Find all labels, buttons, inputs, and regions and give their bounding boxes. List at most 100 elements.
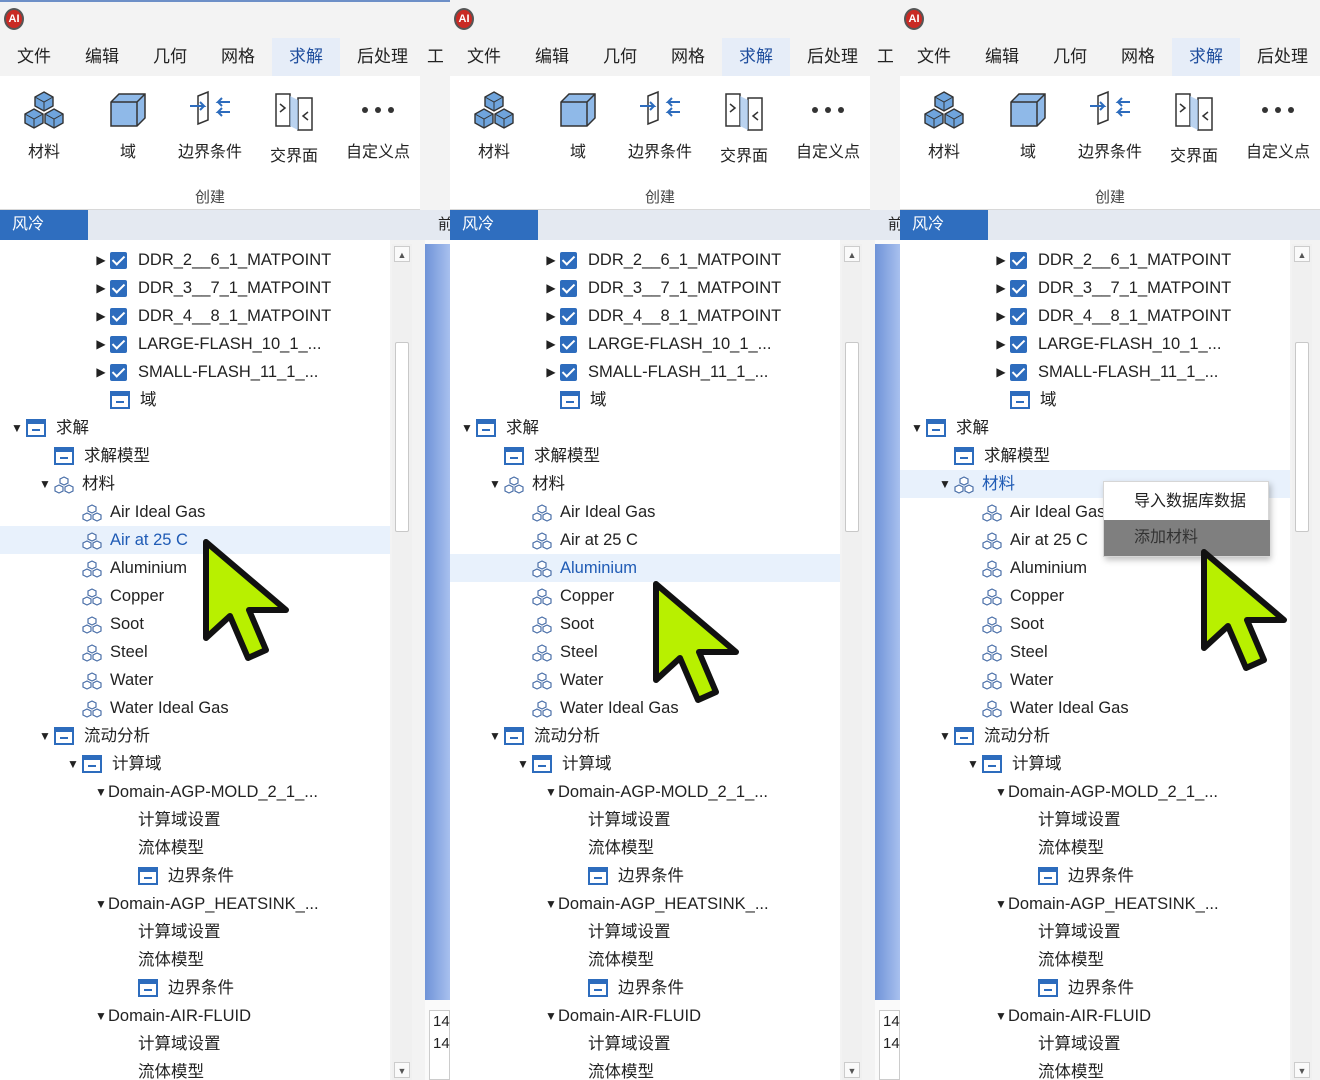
- scroll-down-icon[interactable]: ▼: [844, 1062, 860, 1078]
- tree-row[interactable]: Water Ideal Gas: [450, 694, 840, 722]
- expand-arrow-icon[interactable]: ▶: [544, 274, 558, 302]
- ribbon-button-3[interactable]: 交界面: [252, 82, 336, 182]
- tree-row[interactable]: ▼ 材料: [0, 470, 390, 498]
- ribbon-button-3[interactable]: 交界面: [702, 82, 786, 182]
- menu-5[interactable]: 后处理: [340, 38, 425, 76]
- tree-row[interactable]: 计算域设置: [900, 806, 1290, 834]
- checkbox-icon[interactable]: [560, 364, 577, 381]
- tree-row[interactable]: ▼ Domain-AGP-MOLD_2_1_...: [450, 778, 840, 806]
- tree-row[interactable]: 域: [0, 386, 390, 414]
- tree-tab[interactable]: 风冷: [450, 210, 538, 240]
- tree-row[interactable]: ▼ 流动分析: [900, 722, 1290, 750]
- expand-arrow-icon[interactable]: ▶: [994, 302, 1008, 330]
- tree-row[interactable]: Soot: [450, 610, 840, 638]
- scroll-thumb[interactable]: [395, 342, 409, 532]
- scroll-up-icon[interactable]: ▲: [394, 246, 410, 262]
- tree-row[interactable]: 流体模型: [450, 834, 840, 862]
- expand-arrow-icon[interactable]: ▶: [994, 246, 1008, 274]
- tree-row[interactable]: Steel: [450, 638, 840, 666]
- expand-arrow-icon[interactable]: ▶: [994, 358, 1008, 386]
- checkbox-icon[interactable]: [1010, 308, 1027, 325]
- tree-row[interactable]: Air at 25 C: [450, 526, 840, 554]
- tree-row[interactable]: 流体模型: [900, 946, 1290, 974]
- expand-arrow-icon[interactable]: ▼: [460, 414, 474, 442]
- tree-row[interactable]: 流体模型: [450, 1058, 840, 1080]
- ribbon-button-0[interactable]: 材料: [452, 82, 536, 182]
- expand-arrow-icon[interactable]: ▼: [94, 778, 108, 806]
- menu-0[interactable]: 文件: [0, 38, 68, 76]
- side-tab[interactable]: 前: [878, 210, 900, 240]
- tree-row[interactable]: ▼ 求解: [900, 414, 1290, 442]
- tree-row[interactable]: ▼ Domain-AGP_HEATSINK_...: [900, 890, 1290, 918]
- scroll-down-icon[interactable]: ▼: [1294, 1062, 1310, 1078]
- expand-arrow-icon[interactable]: ▼: [38, 722, 52, 750]
- tree-row[interactable]: 计算域设置: [450, 918, 840, 946]
- tree-row[interactable]: ▼ 流动分析: [450, 722, 840, 750]
- expand-arrow-icon[interactable]: ▼: [994, 778, 1008, 806]
- checkbox-icon[interactable]: [110, 336, 127, 353]
- tree-row[interactable]: ▼ 计算域: [0, 750, 390, 778]
- menu-2[interactable]: 几何: [586, 38, 654, 76]
- tree-row[interactable]: ▶ DDR_4__8_1_MATPOINT: [0, 302, 390, 330]
- expand-arrow-icon[interactable]: ▶: [94, 246, 108, 274]
- menu-3[interactable]: 网格: [204, 38, 272, 76]
- tree-row[interactable]: ▶ DDR_3__7_1_MATPOINT: [0, 274, 390, 302]
- checkbox-icon[interactable]: [560, 308, 577, 325]
- tree-row[interactable]: Water Ideal Gas: [0, 694, 390, 722]
- scroll-down-icon[interactable]: ▼: [394, 1062, 410, 1078]
- menu-0[interactable]: 文件: [450, 38, 518, 76]
- scroll-thumb[interactable]: [1295, 342, 1309, 532]
- expand-arrow-icon[interactable]: ▼: [544, 1002, 558, 1030]
- tree-row[interactable]: Copper: [450, 582, 840, 610]
- tree-row[interactable]: 计算域设置: [900, 1030, 1290, 1058]
- menu-3[interactable]: 网格: [654, 38, 722, 76]
- scroll-thumb[interactable]: [845, 342, 859, 532]
- tree-row[interactable]: ▶ DDR_4__8_1_MATPOINT: [900, 302, 1290, 330]
- tree-scrollbar[interactable]: ▲ ▼: [842, 244, 862, 1080]
- tree-tab[interactable]: 风冷: [900, 210, 988, 240]
- tree-row[interactable]: ▼ 计算域: [900, 750, 1290, 778]
- tree-row[interactable]: Water Ideal Gas: [900, 694, 1290, 722]
- expand-arrow-icon[interactable]: ▼: [516, 750, 530, 778]
- menu-1[interactable]: 编辑: [968, 38, 1036, 76]
- tree-row[interactable]: ▼ Domain-AIR-FLUID: [0, 1002, 390, 1030]
- tree-row[interactable]: ▼ 计算域: [450, 750, 840, 778]
- expand-arrow-icon[interactable]: ▶: [994, 274, 1008, 302]
- tree-row[interactable]: 域: [900, 386, 1290, 414]
- side-tab[interactable]: 前: [428, 210, 450, 240]
- tree-row[interactable]: Water: [0, 666, 390, 694]
- expand-arrow-icon[interactable]: ▼: [94, 1002, 108, 1030]
- tree-scrollbar[interactable]: ▲ ▼: [392, 244, 412, 1080]
- tree-row[interactable]: ▶ LARGE-FLASH_10_1_...: [0, 330, 390, 358]
- tree-row[interactable]: ▶ SMALL-FLASH_11_1_...: [0, 358, 390, 386]
- tree-row[interactable]: 计算域设置: [450, 806, 840, 834]
- ribbon-button-2[interactable]: 边界条件: [1068, 82, 1152, 182]
- expand-arrow-icon[interactable]: ▶: [544, 302, 558, 330]
- tree-row[interactable]: 计算域设置: [900, 918, 1290, 946]
- context-menu-item-1[interactable]: 导入数据库数据: [1104, 484, 1270, 520]
- tree-row[interactable]: ▼ Domain-AIR-FLUID: [450, 1002, 840, 1030]
- checkbox-icon[interactable]: [1010, 252, 1027, 269]
- tree-row[interactable]: 边界条件: [450, 862, 840, 890]
- expand-arrow-icon[interactable]: ▼: [94, 890, 108, 918]
- tree-row[interactable]: ▶ LARGE-FLASH_10_1_...: [450, 330, 840, 358]
- checkbox-icon[interactable]: [1010, 280, 1027, 297]
- ribbon-button-4[interactable]: 自定义点: [1236, 82, 1320, 182]
- menu-1[interactable]: 编辑: [518, 38, 586, 76]
- expand-arrow-icon[interactable]: ▶: [94, 302, 108, 330]
- tree-row[interactable]: 边界条件: [450, 974, 840, 1002]
- ribbon-button-1[interactable]: 域: [536, 82, 620, 182]
- ribbon-button-4[interactable]: 自定义点: [336, 82, 420, 182]
- checkbox-icon[interactable]: [110, 308, 127, 325]
- checkbox-icon[interactable]: [110, 364, 127, 381]
- scroll-up-icon[interactable]: ▲: [844, 246, 860, 262]
- expand-arrow-icon[interactable]: ▶: [94, 274, 108, 302]
- tree-row[interactable]: 流体模型: [0, 834, 390, 862]
- tree-row[interactable]: Air at 25 C: [0, 526, 390, 554]
- tree-row[interactable]: ▼ Domain-AGP-MOLD_2_1_...: [900, 778, 1290, 806]
- tree-row[interactable]: ▶ LARGE-FLASH_10_1_...: [900, 330, 1290, 358]
- checkbox-icon[interactable]: [560, 280, 577, 297]
- tree-row[interactable]: 边界条件: [0, 862, 390, 890]
- checkbox-icon[interactable]: [110, 280, 127, 297]
- menu-1[interactable]: 编辑: [68, 38, 136, 76]
